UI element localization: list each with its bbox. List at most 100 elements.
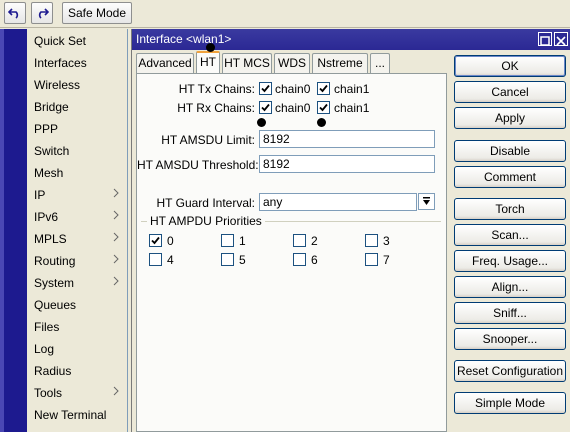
sidebar-item-label: New Terminal [34, 408, 107, 422]
sidebar-item-label: Queues [34, 298, 77, 312]
ampdu-priority-3-checkbox[interactable] [365, 234, 378, 247]
cancel-button[interactable]: Cancel [454, 81, 566, 103]
ampdu-priority-6-checkbox[interactable] [293, 253, 306, 266]
sidebar-item-label: Files [34, 320, 60, 334]
sidebar-item-system[interactable]: System [27, 272, 127, 294]
checkmark-icon [151, 236, 160, 245]
tab-ht-mcs[interactable]: HT MCS [222, 53, 272, 73]
redo-button[interactable] [31, 2, 53, 24]
amsdu-threshold-field[interactable]: 8192 [259, 155, 435, 173]
ampdu-priority-label: 1 [239, 234, 246, 248]
ampdu-priority-label: 4 [167, 253, 174, 267]
sidebar-item-label: MPLS [34, 232, 67, 246]
disable-button[interactable]: Disable [454, 140, 566, 162]
submenu-arrow-icon [113, 254, 119, 264]
guard-interval-dropdown-button[interactable] [418, 193, 435, 210]
scan-button[interactable]: Scan... [454, 224, 566, 246]
ampdu-priority-0-checkbox[interactable] [149, 234, 162, 247]
ok-button[interactable]: OK [454, 55, 566, 77]
amsdu-threshold-label: HT AMSDU Threshold: [137, 158, 259, 172]
sidebar-item-ipv6[interactable]: IPv6 [27, 206, 127, 228]
sidebar-item-label: Radius [34, 364, 72, 378]
sidebar-item-files[interactable]: Files [27, 316, 127, 338]
sidebar-item-interfaces[interactable]: Interfaces [27, 52, 127, 74]
sidebar-item-wireless[interactable]: Wireless [27, 74, 127, 96]
sidebar-item-radius[interactable]: Radius [27, 360, 127, 382]
sidebar-item-mpls[interactable]: MPLS [27, 228, 127, 250]
safe-mode-button[interactable]: Safe Mode [62, 2, 132, 24]
close-icon [556, 36, 566, 46]
ampdu-priority-label: 5 [239, 253, 246, 267]
sidebar-item-routing[interactable]: Routing [27, 250, 127, 272]
tx-chain1-checkbox[interactable] [317, 82, 330, 95]
tab-nstreme[interactable]: Nstreme [312, 53, 368, 73]
close-button[interactable] [554, 32, 568, 46]
tab-ht[interactable]: HT [196, 51, 220, 73]
checkmark-icon [319, 103, 328, 112]
sniff-button[interactable]: Sniff... [454, 302, 566, 324]
reset-configuration-button[interactable]: Reset Configuration [454, 360, 566, 382]
sidebar-item-queues[interactable]: Queues [27, 294, 127, 316]
sidebar-item-tools[interactable]: Tools [27, 382, 127, 404]
ampdu-priority-2-checkbox[interactable] [293, 234, 306, 247]
checkmark-icon [319, 84, 328, 93]
tab-more[interactable]: ... [370, 53, 390, 73]
sidebar-item-label: IPv6 [34, 210, 59, 224]
sidebar-item-new-terminal[interactable]: New Terminal [27, 404, 127, 426]
sidebar-item-label: System [34, 276, 75, 290]
ampdu-priority-5-checkbox[interactable] [221, 253, 234, 266]
ampdu-priority-label: 3 [383, 234, 390, 248]
sidebar-item-label: Mesh [34, 166, 64, 180]
side-strip-edge [0, 29, 4, 432]
sidebar-item-label: Interfaces [34, 56, 87, 70]
guard-interval-select[interactable]: any [259, 193, 417, 211]
amsdu-limit-field[interactable]: 8192 [259, 130, 435, 148]
sidebar-item-label: PPP [34, 122, 59, 136]
tab-label: ... [374, 56, 385, 70]
submenu-arrow-icon [113, 188, 119, 198]
ampdu-group-title: HT AMPDU Priorities [147, 214, 265, 228]
comment-button[interactable]: Comment [454, 166, 566, 188]
align-button[interactable]: Align... [454, 276, 566, 298]
ampdu-priority-label: 7 [383, 253, 390, 267]
snooper-button[interactable]: Snooper... [454, 328, 566, 350]
tx-chain1-label: chain1 [334, 82, 370, 96]
freq-usage-button[interactable]: Freq. Usage... [454, 250, 566, 272]
rx-chain1-checkbox[interactable] [317, 101, 330, 114]
tab-wds[interactable]: WDS [274, 53, 310, 73]
apply-button[interactable]: Apply [454, 107, 566, 129]
submenu-arrow-icon [113, 276, 119, 286]
ampdu-priority-4-checkbox[interactable] [149, 253, 162, 266]
top-toolbar: Safe Mode [0, 0, 570, 28]
tab-label: HT [200, 55, 216, 69]
dialog-titlebar[interactable]: Interface <wlan1> [132, 29, 570, 50]
sidebar-item-ip[interactable]: IP [27, 184, 127, 206]
submenu-arrow-icon [113, 210, 119, 220]
amsdu-limit-label: HT AMSDU Limit: [161, 133, 255, 147]
maximize-icon [540, 36, 550, 46]
submenu-arrow-icon [113, 386, 119, 396]
sidebar-item-quick-set[interactable]: Quick Set [27, 30, 127, 52]
sidebar-item-switch[interactable]: Switch [27, 140, 127, 162]
ampdu-priority-7-checkbox[interactable] [365, 253, 378, 266]
sidebar-item-ppp[interactable]: PPP [27, 118, 127, 140]
sidebar-item-log[interactable]: Log [27, 338, 127, 360]
simple-mode-button[interactable]: Simple Mode [454, 392, 566, 414]
sidebar-item-mesh[interactable]: Mesh [27, 162, 127, 184]
checkmark-icon [261, 103, 270, 112]
torch-button[interactable]: Torch [454, 198, 566, 220]
tx-chain0-checkbox[interactable] [259, 82, 272, 95]
sidebar-item-label: Bridge [34, 100, 69, 114]
dropdown-arrow-icon [423, 197, 430, 205]
rx-chain0-label: chain0 [275, 101, 311, 115]
sidebar-item-bridge[interactable]: Bridge [27, 96, 127, 118]
annotation-dot [317, 118, 326, 127]
tab-label: Nstreme [317, 56, 363, 70]
dialog-title: Interface <wlan1> [136, 32, 232, 46]
rx-chain0-checkbox[interactable] [259, 101, 272, 114]
maximize-button[interactable] [538, 32, 552, 46]
ampdu-priority-1-checkbox[interactable] [221, 234, 234, 247]
undo-button[interactable] [4, 2, 26, 24]
ampdu-priority-label: 0 [167, 234, 174, 248]
tab-advanced[interactable]: Advanced [136, 53, 194, 73]
